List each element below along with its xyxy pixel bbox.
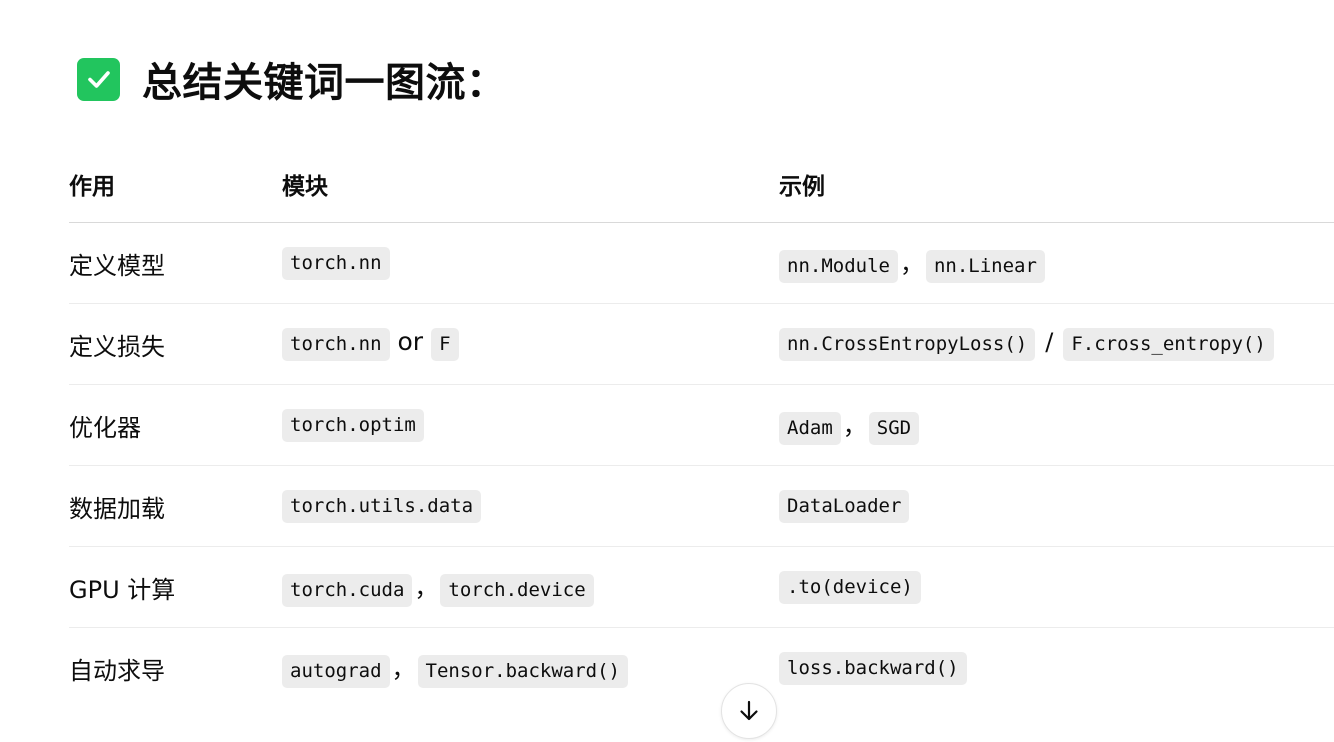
header-module: 模块 bbox=[282, 145, 779, 223]
table-row: 优化器 torch.optim Adam， SGD bbox=[69, 384, 1334, 466]
example-cell: nn.Module， nn.Linear bbox=[779, 222, 1334, 304]
separator: / bbox=[1045, 327, 1054, 356]
module-cell: autograd， Tensor.backward() bbox=[282, 628, 779, 709]
code-chip: Adam bbox=[779, 411, 841, 445]
code-chip: torch.nn bbox=[282, 246, 390, 280]
module-cell: torch.cuda， torch.device bbox=[282, 546, 779, 628]
purpose-cell: 自动求导 bbox=[69, 656, 165, 685]
keyword-table: 作用 模块 示例 定义模型 torch.nn nn.Module， nn.Line… bbox=[69, 145, 1334, 708]
section-heading: 总结关键词一图流： bbox=[77, 50, 507, 108]
code-chip: F.cross_entropy() bbox=[1063, 327, 1274, 361]
header-purpose: 作用 bbox=[69, 145, 282, 223]
code-chip: loss.backward() bbox=[779, 651, 967, 685]
code-chip: torch.device bbox=[440, 573, 594, 607]
module-cell: torch.utils.data bbox=[282, 465, 779, 547]
table-row: 定义损失 torch.nn or F nn.CrossEntropyLoss() / F… bbox=[69, 303, 1334, 385]
code-chip: .to(device) bbox=[779, 570, 921, 604]
check-box-icon bbox=[77, 57, 120, 101]
purpose-cell: 定义模型 bbox=[69, 222, 282, 304]
purpose-cell: GPU 计算 bbox=[69, 546, 282, 628]
code-chip: torch.optim bbox=[282, 408, 424, 442]
heading-text: 总结关键词一图流： bbox=[142, 60, 507, 106]
purpose-cell: 定义损失 bbox=[69, 303, 282, 385]
table-header-row: 作用 模块 示例 bbox=[69, 145, 1334, 223]
code-chip: autograd bbox=[282, 654, 390, 688]
module-cell: torch.nn or F bbox=[282, 303, 779, 385]
code-chip: F bbox=[431, 328, 459, 361]
scroll-to-bottom-button[interactable] bbox=[721, 683, 777, 739]
separator: ， bbox=[842, 411, 867, 440]
arrow-down-icon bbox=[740, 700, 758, 721]
code-chip: Tensor.backward() bbox=[417, 654, 628, 688]
module-cell: torch.optim bbox=[282, 384, 779, 466]
table-row: GPU 计算 torch.cuda， torch.device .to(devic… bbox=[69, 546, 1334, 628]
separator: or bbox=[397, 327, 424, 356]
code-chip: torch.nn bbox=[282, 328, 390, 361]
header-example: 示例 bbox=[779, 145, 1334, 223]
code-chip: torch.utils.data bbox=[282, 489, 482, 523]
code-chip: DataLoader bbox=[779, 489, 910, 523]
code-chip: nn.CrossEntropyLoss() bbox=[779, 327, 1036, 361]
table-row: 定义模型 torch.nn nn.Module， nn.Linear bbox=[69, 222, 1334, 304]
code-chip: torch.cuda bbox=[282, 573, 413, 607]
code-chip: SGD bbox=[868, 411, 920, 445]
code-chip: nn.Linear bbox=[925, 249, 1045, 283]
code-chip: nn.Module bbox=[779, 249, 898, 283]
separator: ， bbox=[391, 654, 416, 683]
separator: ， bbox=[899, 249, 924, 278]
example-cell: Adam， SGD bbox=[779, 384, 1334, 466]
separator: ， bbox=[414, 573, 439, 602]
example-cell: .to(device) bbox=[779, 546, 1334, 628]
example-cell: DataLoader bbox=[779, 465, 1334, 547]
module-cell: torch.nn bbox=[282, 222, 779, 304]
example-cell: nn.CrossEntropyLoss() / F.cross_entropy() bbox=[779, 303, 1334, 385]
example-cell: loss.backward() bbox=[779, 628, 1334, 709]
purpose-cell: 优化器 bbox=[69, 384, 282, 466]
purpose-cell: 数据加载 bbox=[69, 465, 282, 547]
table-row: 数据加载 torch.utils.data DataLoader bbox=[69, 465, 1334, 547]
table-row: 自动求导 autograd， Tensor.backward() loss.bac… bbox=[69, 628, 1334, 709]
